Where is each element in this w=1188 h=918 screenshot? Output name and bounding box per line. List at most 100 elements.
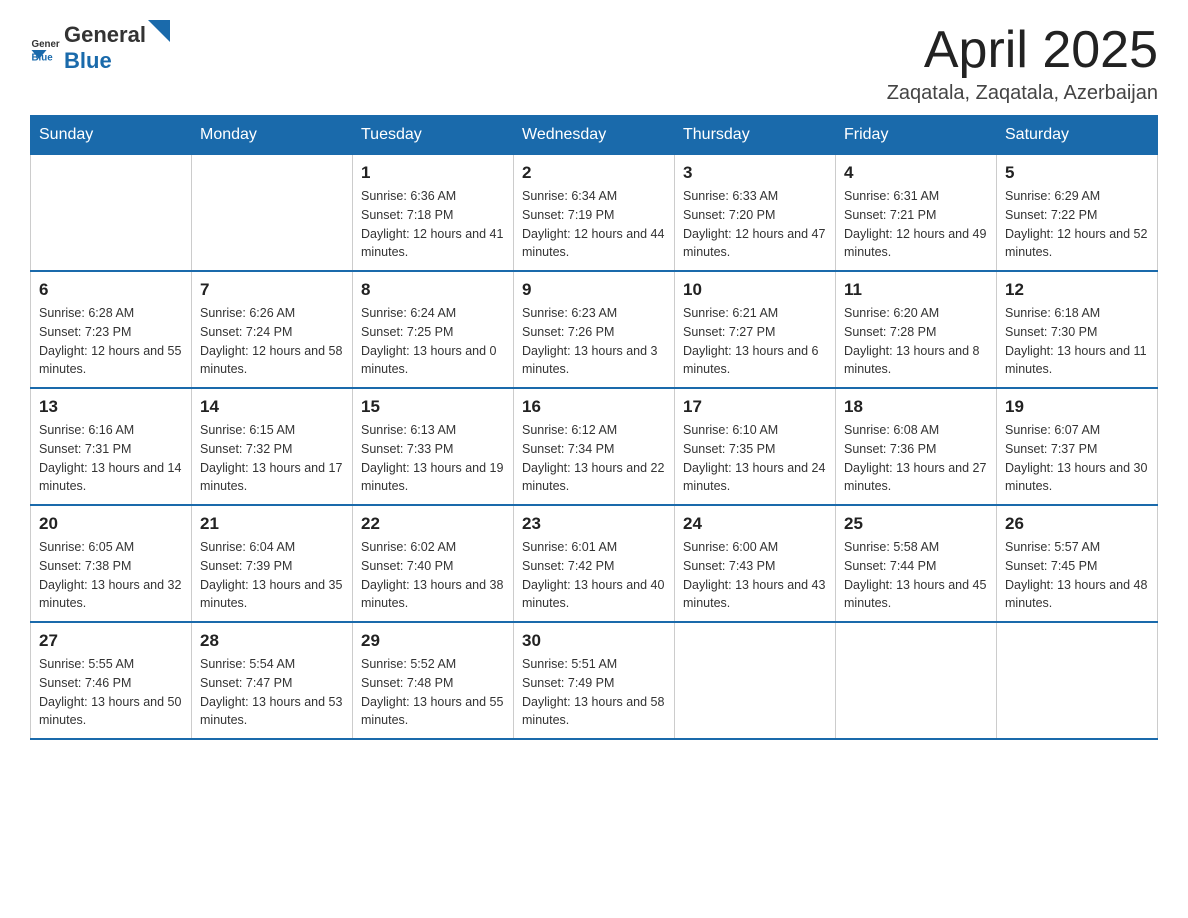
calendar-header-row: SundayMondayTuesdayWednesdayThursdayFrid… bbox=[31, 116, 1158, 155]
day-number: 25 bbox=[844, 514, 988, 534]
location: Zaqatala, Zaqatala, Azerbaijan bbox=[887, 82, 1158, 105]
day-info: Sunrise: 6:21 AMSunset: 7:27 PMDaylight:… bbox=[683, 304, 827, 379]
calendar-cell bbox=[192, 155, 353, 272]
calendar-cell: 26 Sunrise: 5:57 AMSunset: 7:45 PMDayligh… bbox=[997, 505, 1158, 622]
calendar-cell: 15 Sunrise: 6:13 AMSunset: 7:33 PMDayligh… bbox=[353, 388, 514, 505]
header-wednesday: Wednesday bbox=[514, 116, 675, 155]
day-number: 16 bbox=[522, 397, 666, 417]
day-info: Sunrise: 5:57 AMSunset: 7:45 PMDaylight:… bbox=[1005, 538, 1149, 613]
day-number: 29 bbox=[361, 631, 505, 651]
day-info: Sunrise: 6:16 AMSunset: 7:31 PMDaylight:… bbox=[39, 421, 183, 496]
calendar-cell: 30 Sunrise: 5:51 AMSunset: 7:49 PMDayligh… bbox=[514, 622, 675, 739]
week-row-4: 20 Sunrise: 6:05 AMSunset: 7:38 PMDayligh… bbox=[31, 505, 1158, 622]
calendar-cell bbox=[997, 622, 1158, 739]
day-number: 23 bbox=[522, 514, 666, 534]
day-number: 28 bbox=[200, 631, 344, 651]
day-info: Sunrise: 6:20 AMSunset: 7:28 PMDaylight:… bbox=[844, 304, 988, 379]
logo-blue: Blue bbox=[64, 48, 112, 73]
day-info: Sunrise: 6:05 AMSunset: 7:38 PMDaylight:… bbox=[39, 538, 183, 613]
calendar-cell: 11 Sunrise: 6:20 AMSunset: 7:28 PMDayligh… bbox=[836, 271, 997, 388]
day-number: 19 bbox=[1005, 397, 1149, 417]
calendar-cell: 17 Sunrise: 6:10 AMSunset: 7:35 PMDayligh… bbox=[675, 388, 836, 505]
day-number: 13 bbox=[39, 397, 183, 417]
calendar-cell: 25 Sunrise: 5:58 AMSunset: 7:44 PMDayligh… bbox=[836, 505, 997, 622]
day-number: 30 bbox=[522, 631, 666, 651]
day-info: Sunrise: 6:04 AMSunset: 7:39 PMDaylight:… bbox=[200, 538, 344, 613]
calendar-cell: 12Sunrise: 6:18 AMSunset: 7:30 PMDayligh… bbox=[997, 271, 1158, 388]
day-number: 20 bbox=[39, 514, 183, 534]
day-info: Sunrise: 6:33 AMSunset: 7:20 PMDaylight:… bbox=[683, 187, 827, 262]
header-tuesday: Tuesday bbox=[353, 116, 514, 155]
day-info: Sunrise: 6:26 AMSunset: 7:24 PMDaylight:… bbox=[200, 304, 344, 379]
day-number: 1 bbox=[361, 163, 505, 183]
calendar-cell: 29Sunrise: 5:52 AMSunset: 7:48 PMDayligh… bbox=[353, 622, 514, 739]
calendar-cell: 20 Sunrise: 6:05 AMSunset: 7:38 PMDayligh… bbox=[31, 505, 192, 622]
logo-icon: General Blue bbox=[30, 32, 60, 62]
day-number: 21 bbox=[200, 514, 344, 534]
day-info: Sunrise: 5:58 AMSunset: 7:44 PMDaylight:… bbox=[844, 538, 988, 613]
day-info: Sunrise: 6:28 AMSunset: 7:23 PMDaylight:… bbox=[39, 304, 183, 379]
day-number: 8 bbox=[361, 280, 505, 300]
title-block: April 2025 Zaqatala, Zaqatala, Azerbaija… bbox=[887, 20, 1158, 105]
calendar-cell: 16 Sunrise: 6:12 AMSunset: 7:34 PMDayligh… bbox=[514, 388, 675, 505]
svg-text:Blue: Blue bbox=[32, 53, 54, 63]
calendar-cell: 19 Sunrise: 6:07 AMSunset: 7:37 PMDayligh… bbox=[997, 388, 1158, 505]
calendar-cell: 14 Sunrise: 6:15 AMSunset: 7:32 PMDayligh… bbox=[192, 388, 353, 505]
header-friday: Friday bbox=[836, 116, 997, 155]
day-number: 7 bbox=[200, 280, 344, 300]
day-number: 15 bbox=[361, 397, 505, 417]
day-number: 11 bbox=[844, 280, 988, 300]
calendar-table: SundayMondayTuesdayWednesdayThursdayFrid… bbox=[30, 115, 1158, 740]
day-number: 17 bbox=[683, 397, 827, 417]
day-number: 27 bbox=[39, 631, 183, 651]
day-info: Sunrise: 6:08 AMSunset: 7:36 PMDaylight:… bbox=[844, 421, 988, 496]
calendar-cell: 5Sunrise: 6:29 AMSunset: 7:22 PMDaylight… bbox=[997, 155, 1158, 272]
calendar-cell: 18 Sunrise: 6:08 AMSunset: 7:36 PMDayligh… bbox=[836, 388, 997, 505]
calendar-cell: 6Sunrise: 6:28 AMSunset: 7:23 PMDaylight… bbox=[31, 271, 192, 388]
day-info: Sunrise: 6:34 AMSunset: 7:19 PMDaylight:… bbox=[522, 187, 666, 262]
logo-triangle-icon bbox=[148, 20, 170, 42]
logo-general: General bbox=[64, 22, 146, 48]
week-row-5: 27 Sunrise: 5:55 AMSunset: 7:46 PMDayligh… bbox=[31, 622, 1158, 739]
day-info: Sunrise: 6:15 AMSunset: 7:32 PMDaylight:… bbox=[200, 421, 344, 496]
calendar-cell: 9 Sunrise: 6:23 AMSunset: 7:26 PMDaylight… bbox=[514, 271, 675, 388]
day-number: 10 bbox=[683, 280, 827, 300]
day-info: Sunrise: 6:13 AMSunset: 7:33 PMDaylight:… bbox=[361, 421, 505, 496]
header-thursday: Thursday bbox=[675, 116, 836, 155]
day-info: Sunrise: 5:51 AMSunset: 7:49 PMDaylight:… bbox=[522, 655, 666, 730]
calendar-cell bbox=[836, 622, 997, 739]
calendar-cell: 4Sunrise: 6:31 AMSunset: 7:21 PMDaylight… bbox=[836, 155, 997, 272]
calendar-cell bbox=[675, 622, 836, 739]
day-info: Sunrise: 5:54 AMSunset: 7:47 PMDaylight:… bbox=[200, 655, 344, 730]
day-info: Sunrise: 6:23 AMSunset: 7:26 PMDaylight:… bbox=[522, 304, 666, 379]
calendar-cell: 13 Sunrise: 6:16 AMSunset: 7:31 PMDayligh… bbox=[31, 388, 192, 505]
day-info: Sunrise: 6:00 AMSunset: 7:43 PMDaylight:… bbox=[683, 538, 827, 613]
calendar-cell: 22 Sunrise: 6:02 AMSunset: 7:40 PMDayligh… bbox=[353, 505, 514, 622]
day-number: 9 bbox=[522, 280, 666, 300]
day-info: Sunrise: 6:07 AMSunset: 7:37 PMDaylight:… bbox=[1005, 421, 1149, 496]
calendar-cell: 21 Sunrise: 6:04 AMSunset: 7:39 PMDayligh… bbox=[192, 505, 353, 622]
day-info: Sunrise: 6:01 AMSunset: 7:42 PMDaylight:… bbox=[522, 538, 666, 613]
week-row-1: 1Sunrise: 6:36 AMSunset: 7:18 PMDaylight… bbox=[31, 155, 1158, 272]
day-info: Sunrise: 6:12 AMSunset: 7:34 PMDaylight:… bbox=[522, 421, 666, 496]
day-number: 3 bbox=[683, 163, 827, 183]
day-number: 22 bbox=[361, 514, 505, 534]
week-row-2: 6Sunrise: 6:28 AMSunset: 7:23 PMDaylight… bbox=[31, 271, 1158, 388]
day-info: Sunrise: 6:31 AMSunset: 7:21 PMDaylight:… bbox=[844, 187, 988, 262]
month-title: April 2025 bbox=[887, 20, 1158, 80]
day-info: Sunrise: 6:29 AMSunset: 7:22 PMDaylight:… bbox=[1005, 187, 1149, 262]
day-number: 26 bbox=[1005, 514, 1149, 534]
day-number: 18 bbox=[844, 397, 988, 417]
day-number: 2 bbox=[522, 163, 666, 183]
calendar-cell: 10 Sunrise: 6:21 AMSunset: 7:27 PMDayligh… bbox=[675, 271, 836, 388]
day-info: Sunrise: 6:10 AMSunset: 7:35 PMDaylight:… bbox=[683, 421, 827, 496]
calendar-cell: 23 Sunrise: 6:01 AMSunset: 7:42 PMDayligh… bbox=[514, 505, 675, 622]
header-saturday: Saturday bbox=[997, 116, 1158, 155]
day-number: 14 bbox=[200, 397, 344, 417]
calendar-cell: 28 Sunrise: 5:54 AMSunset: 7:47 PMDayligh… bbox=[192, 622, 353, 739]
calendar-cell: 27 Sunrise: 5:55 AMSunset: 7:46 PMDayligh… bbox=[31, 622, 192, 739]
calendar-cell: 7 Sunrise: 6:26 AMSunset: 7:24 PMDaylight… bbox=[192, 271, 353, 388]
page-header: General Blue General Blue April 2025 Zaq… bbox=[30, 20, 1158, 105]
day-info: Sunrise: 6:02 AMSunset: 7:40 PMDaylight:… bbox=[361, 538, 505, 613]
day-info: Sunrise: 5:55 AMSunset: 7:46 PMDaylight:… bbox=[39, 655, 183, 730]
